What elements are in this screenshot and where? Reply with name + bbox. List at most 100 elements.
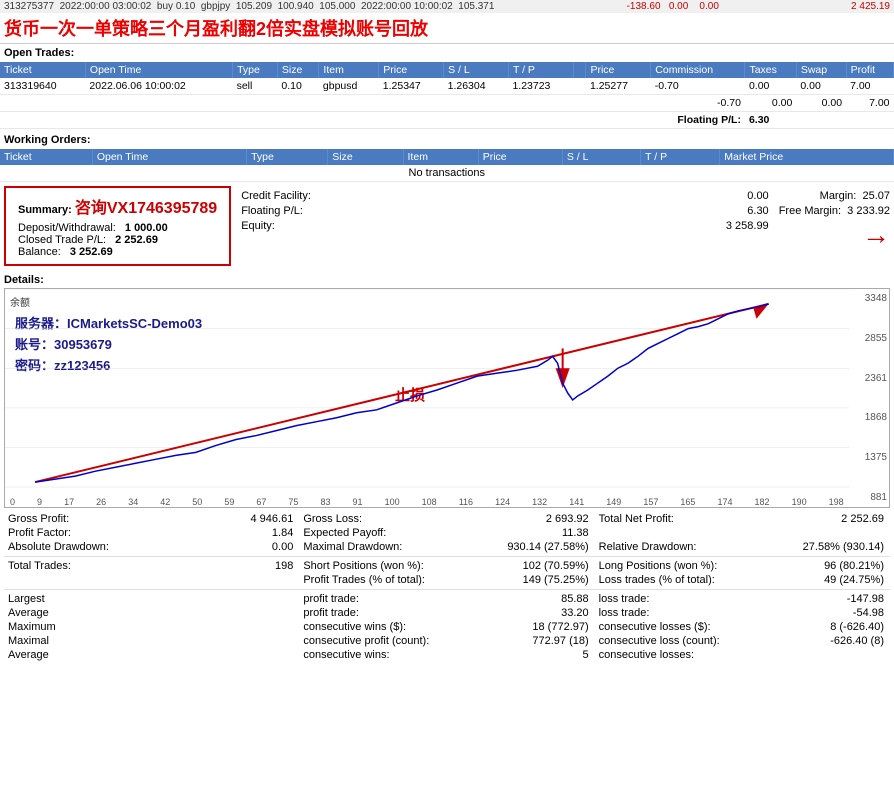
y-val-6: 881 [851, 492, 887, 503]
x-67: 67 [256, 497, 266, 507]
total-trades-value: 198 [275, 560, 293, 572]
col-profit: Profit [846, 62, 893, 78]
maximal-label-row: Maximal [4, 634, 299, 648]
balance-label: Balance: [18, 246, 61, 258]
profit-trades-label: Profit Trades (% of total): [303, 574, 425, 586]
max-drawdown-label: Maximal Drawdown: [303, 541, 402, 553]
margin-label: Margin: [820, 190, 857, 202]
summary-balance-row: Balance: 3 252.69 [18, 246, 217, 258]
prev-closed-amt: 2 425.19 [851, 1, 890, 12]
expected-payoff-row: Expected Payoff: 11.38 [299, 526, 594, 540]
trade-ticket: 313319640 [0, 78, 85, 95]
trade-type: sell [233, 78, 278, 95]
max-consec-loss-value: -626.40 (8) [830, 635, 884, 647]
x-26: 26 [96, 497, 106, 507]
max-drawdown-row: Maximal Drawdown: 930.14 (27.58%) [299, 540, 594, 554]
col-price: Price [379, 62, 444, 78]
profit-factor-label: Profit Factor: [8, 527, 71, 539]
profit-trades-row: Profit Trades (% of total): 149 (75.25%) [299, 573, 594, 587]
col-commission: Commission [651, 62, 745, 78]
maximum-label: Maximum [8, 621, 56, 633]
gross-profit-label: Gross Profit: [8, 513, 69, 525]
open-trades-header-row: Ticket Open Time Type Size Item Price S … [0, 62, 894, 78]
avg-consec-wins-row: consecutive wins: 5 [299, 648, 594, 662]
largest-profit-value: 85.88 [561, 593, 589, 605]
trade-profit: 7.00 [846, 78, 893, 95]
gross-loss-value: 2 693.92 [546, 513, 589, 525]
y-val-2: 2855 [851, 333, 887, 344]
wo-col-price: Price [478, 149, 562, 165]
wo-col-tp: T / P [641, 149, 720, 165]
x-190: 190 [792, 497, 807, 507]
short-positions-label: Short Positions (won %): [303, 560, 423, 572]
trade-item: gbpusd [319, 78, 379, 95]
largest-loss-row: loss trade: -147.98 [595, 592, 890, 606]
stats-row3: Absolute Drawdown: 0.00 Maximal Drawdown… [4, 540, 890, 554]
equity-row: Equity: 3 258.99 [241, 220, 768, 232]
largest-loss-label: loss trade: [599, 593, 650, 605]
y-val-5: 1375 [851, 452, 887, 463]
x-17: 17 [64, 497, 74, 507]
stats-row4: Total Trades: 198 Short Positions (won %… [4, 559, 890, 573]
col-swap: Swap [796, 62, 846, 78]
total-net-profit-label: Total Net Profit: [599, 513, 674, 525]
floating-pl-sum-value: 6.30 [747, 205, 768, 217]
summary-closed-row: Closed Trade P/L: 2 252.69 [18, 234, 217, 246]
x-116: 116 [459, 497, 473, 507]
avg-consec-row: Average consecutive wins: 5 consecutive … [4, 648, 890, 662]
total-trades-row: Total Trades: 198 [4, 559, 299, 573]
summary-box: Summary: 咨询VX1746395789 Deposit/Withdraw… [4, 186, 231, 266]
max-consec-wins-row: consecutive wins ($): 18 (772.97) [299, 620, 594, 634]
free-margin-value: 3 233.92 [847, 205, 890, 217]
floating-pl-value: 6.30 [745, 112, 894, 129]
average-label-row: Average [4, 606, 299, 620]
trade-current-price: 1.25277 [586, 78, 651, 95]
total-net-profit-value: 2 252.69 [841, 513, 884, 525]
floating-taxes: 0.00 [745, 95, 796, 112]
arrow-right: → [779, 219, 890, 251]
stats-row2: Profit Factor: 1.84 Expected Payoff: 11.… [4, 526, 890, 540]
floating-pl-row: Floating P/L: 6.30 [0, 112, 894, 129]
abs-drawdown-row: Absolute Drawdown: 0.00 [4, 540, 299, 554]
chart-svg [5, 289, 849, 491]
floating-empty [0, 95, 651, 112]
floating-profit: 7.00 [846, 95, 893, 112]
profit-factor-row: Profit Factor: 1.84 [4, 526, 299, 540]
chart-container: 余额 服务器：ICMarketsSC-Demo03 账号：30953679 密码… [4, 288, 890, 508]
free-margin-row: Free Margin: 3 233.92 [779, 205, 890, 217]
max-consec-wins-value: 18 (772.97) [532, 621, 588, 633]
wo-col-size: Size [328, 149, 403, 165]
equity-value: 3 258.99 [726, 220, 769, 232]
average-loss-value: -54.98 [853, 607, 884, 619]
average-loss-label: loss trade: [599, 607, 650, 619]
working-orders-table: Ticket Open Time Type Size Item Price S … [0, 149, 894, 182]
open-trades-header: Open Trades: [0, 44, 894, 62]
trade-sl: 1.26304 [444, 78, 509, 95]
empty-row [595, 526, 890, 540]
rel-drawdown-row: Relative Drawdown: 27.58% (930.14) [595, 540, 890, 554]
margin-row: Margin: 25.07 [779, 190, 890, 202]
expected-payoff-label: Expected Payoff: [303, 527, 386, 539]
x-34: 34 [128, 497, 138, 507]
x-132: 132 [532, 497, 547, 507]
avg-label: Average [8, 649, 49, 661]
profit-trades-value: 149 (75.25%) [523, 574, 589, 586]
prev-data-row: 313275377 2022:00:00 03:00:02 buy 0.10 g… [0, 0, 894, 13]
deposit-value: 1 000.00 [125, 222, 168, 234]
separator2 [4, 589, 890, 590]
profit-factor-value: 1.84 [272, 527, 293, 539]
deposit-label: Deposit/Withdrawal: [18, 222, 116, 234]
col-empty [573, 62, 586, 78]
trade-open-time: 2022.06.06 10:00:02 [85, 78, 232, 95]
loss-trades-row: Loss trades (% of total): 49 (24.75%) [595, 573, 890, 587]
max-consec-profit-row: consecutive profit (count): 772.97 (18) [299, 634, 594, 648]
x-157: 157 [643, 497, 658, 507]
max-consec-loss-label: consecutive loss (count): [599, 635, 720, 647]
separator1 [4, 556, 890, 557]
col-open-time: Open Time [85, 62, 232, 78]
x-182: 182 [755, 497, 770, 507]
average-row: Average profit trade: 33.20 loss trade: … [4, 606, 890, 620]
summary-deposit-row: Deposit/Withdrawal: 1 000.00 [18, 222, 217, 234]
average-loss-row: loss trade: -54.98 [595, 606, 890, 620]
total-net-profit-row: Total Net Profit: 2 252.69 [595, 512, 890, 526]
